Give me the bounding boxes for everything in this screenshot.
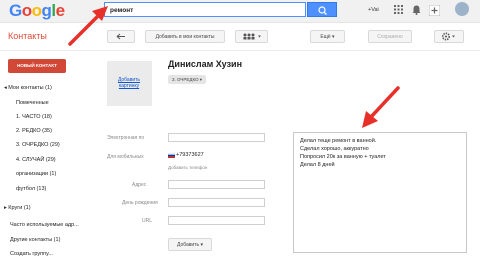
- apps-grid-icon[interactable]: [394, 5, 403, 14]
- contact-name[interactable]: Динислам Хузин: [168, 59, 242, 69]
- sidebar-item-frequent[interactable]: Часто используемые адр...: [10, 222, 79, 228]
- search-input[interactable]: ремонт: [104, 2, 306, 17]
- birthday-label: День рождения: [122, 200, 158, 206]
- url-label: URL: [142, 218, 153, 224]
- email-label: Электронная по: [107, 135, 145, 141]
- phone-value[interactable]: +79373627: [176, 152, 204, 158]
- gear-icon: [442, 32, 455, 41]
- sidebar-item-organizations[interactable]: организации (1): [16, 171, 56, 177]
- note-line: Сделал хорошо, аккуратно: [300, 146, 369, 152]
- address-label: Адрес: [132, 182, 147, 188]
- groups-dropdown-button[interactable]: [235, 30, 268, 43]
- sidebar-item-create-group[interactable]: Создать группу...: [10, 251, 53, 257]
- back-arrow-icon: [116, 33, 125, 40]
- sidebar-item-other-contacts[interactable]: Другие контакты (1): [10, 237, 60, 243]
- birthday-field[interactable]: [168, 198, 265, 207]
- search-icon: [318, 6, 327, 15]
- people-icon: [243, 33, 261, 40]
- sidebar-item-rarely[interactable]: 2. РЕДКО (35): [16, 128, 52, 134]
- more-dropdown-button[interactable]: Ещё ▾: [310, 30, 345, 43]
- sidebar-item-often[interactable]: 1. ЧАСТО (18): [16, 114, 52, 120]
- add-photo-link[interactable]: Добавить картинку: [114, 77, 144, 89]
- url-field[interactable]: [168, 216, 265, 225]
- note-line: Делал 8 дней: [300, 162, 335, 168]
- sidebar-item-circles[interactable]: ▸ Круги (1): [4, 205, 31, 211]
- account-avatar[interactable]: [455, 2, 469, 16]
- mobile-label: Для мобильных: [107, 154, 144, 160]
- google-plus-share-icon[interactable]: [429, 5, 440, 16]
- google-logo[interactable]: Google: [9, 2, 65, 20]
- address-field[interactable]: [168, 180, 265, 189]
- sidebar-item-starred[interactable]: Помеченные: [16, 100, 49, 106]
- notifications-bell-icon[interactable]: [412, 5, 421, 15]
- sidebar-item-very-rarely[interactable]: 3. ОЧРЕДКО (29): [16, 142, 60, 148]
- back-button[interactable]: [107, 30, 135, 43]
- user-profile-link[interactable]: +Vai: [368, 7, 379, 13]
- sidebar-item-occasional[interactable]: 4. СЛУЧАЙ (29): [16, 157, 56, 163]
- group-tag[interactable]: 3. ОЧРЕДКО ▾: [168, 75, 207, 84]
- add-field-button[interactable]: Добавить ▾: [168, 238, 212, 251]
- saved-button[interactable]: Сохранено: [368, 30, 412, 43]
- search-button[interactable]: [307, 2, 337, 17]
- more-label: Ещё: [320, 34, 331, 40]
- note-line: Делал теще ремонт в ванной.: [300, 138, 377, 144]
- group-tag-label: 3. ОЧРЕДКО: [172, 77, 199, 82]
- add-phone-link[interactable]: Добавить телефон: [168, 165, 207, 170]
- sidebar-item-football[interactable]: футбол (13): [16, 186, 46, 192]
- note-line: Попросил 20к за ванную + туалет: [300, 154, 386, 160]
- russia-flag-icon[interactable]: [168, 153, 175, 158]
- add-to-my-contacts-button[interactable]: Добавить в мои контакты: [145, 30, 225, 43]
- new-contact-button[interactable]: НОВЫЙ КОНТАКТ: [8, 59, 66, 73]
- sidebar-item-my-contacts[interactable]: ◂ Мои контакты (1): [4, 85, 52, 91]
- notes-annotation-arrow: [362, 86, 400, 128]
- contacts-title[interactable]: Контакты: [8, 31, 47, 41]
- email-field[interactable]: [168, 133, 265, 142]
- settings-button[interactable]: [434, 30, 464, 43]
